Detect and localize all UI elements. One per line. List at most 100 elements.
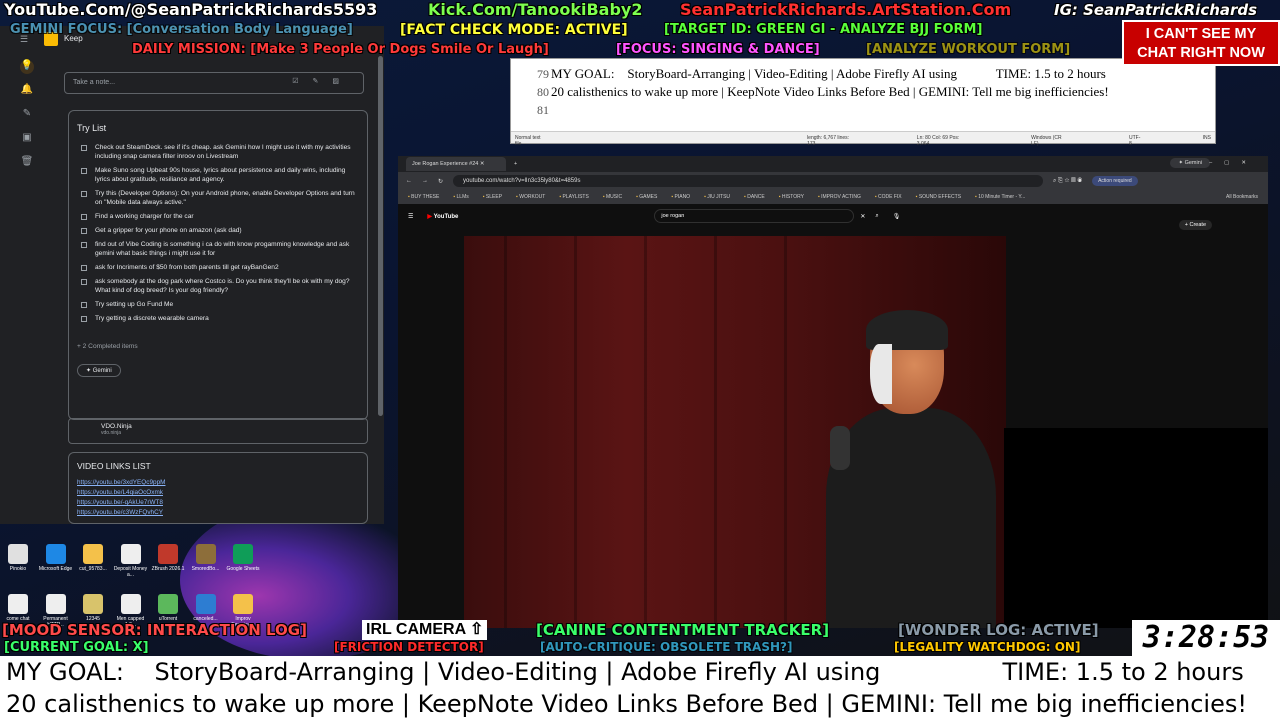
try-list-item[interactable]: ask somebody at the dog park where Costc… <box>77 277 359 295</box>
desktop-icon[interactable]: Pinokio <box>0 544 36 572</box>
checkbox[interactable] <box>81 279 87 285</box>
status-length: length: 6,767 lines: 173 <box>807 135 850 147</box>
checkbox[interactable] <box>81 228 87 234</box>
action-required-button[interactable]: Action required <box>1092 176 1138 186</box>
back-icon[interactable]: ← <box>406 178 412 184</box>
try-list-item-text: Make Suno song Upbeat 90s house, lyrics … <box>95 167 346 183</box>
gemini-chip[interactable]: ✦ Gemini <box>77 364 121 377</box>
checkbox[interactable] <box>81 302 87 308</box>
youtube-logo[interactable]: ▶ YouTube <box>427 213 458 220</box>
take-note-placeholder: Take a note... <box>73 79 116 86</box>
try-list-item[interactable]: Try this (Developer Options): On your An… <box>77 189 359 207</box>
bookmark-item[interactable]: ▪ PLAYLISTS <box>559 194 588 200</box>
try-list-item[interactable]: Make Suno song Upbeat 90s house, lyrics … <box>77 166 359 184</box>
yt-menu-icon[interactable]: ☰ <box>408 213 413 220</box>
toolbar-icons[interactable]: ⌕ ⎘ ☆ ▤ ◉ <box>1053 178 1082 185</box>
vdo-title: VDO.Ninja <box>101 423 132 430</box>
gemini-tab-button[interactable]: ✦ Gemini <box>1170 158 1210 168</box>
try-list-note[interactable]: Try List Check out SteamDeck. see if it'… <box>68 110 368 420</box>
bookmark-item[interactable]: ▪ IMPROV ACTING <box>818 194 861 200</box>
bookmark-item[interactable]: ▪ WORKOUT <box>516 194 545 200</box>
archive-icon[interactable]: ▣ <box>20 132 34 146</box>
bell-icon[interactable]: 🔔 <box>20 84 34 98</box>
desktop-icon-image <box>8 594 28 614</box>
trash-icon[interactable]: 🗑 <box>20 156 34 170</box>
bookmark-label: DANCE <box>747 194 765 200</box>
bookmark-label: MUSIC <box>605 194 623 200</box>
checkbox[interactable] <box>81 214 87 220</box>
desktop-icon[interactable]: SmoredBo... <box>188 544 224 572</box>
try-list-title: Try List <box>77 123 107 133</box>
reload-icon[interactable]: ↻ <box>438 178 443 185</box>
checkbox[interactable] <box>81 242 87 248</box>
take-note-input[interactable]: Take a note... ☑✎▨ <box>64 72 364 94</box>
desktop-icon[interactable]: canceled... <box>188 594 224 622</box>
bookmark-item[interactable]: ▪ SLEEP <box>483 194 502 200</box>
desktop-icon[interactable]: come chat <box>0 594 36 622</box>
completed-items-toggle[interactable]: + 2 Completed items <box>77 343 359 350</box>
clear-search-icon[interactable]: ✕ <box>860 213 865 220</box>
url-input[interactable]: youtube.com/watch?v=lIn3c35ly80&t=4859s <box>453 175 1044 187</box>
video-link[interactable]: https://youtu.be/c3WzFQvhCY <box>77 509 359 516</box>
bookmark-label: PLAYLISTS <box>562 194 589 200</box>
video-link[interactable]: https://youtu.be/-qAkUe7rWT8 <box>77 499 359 506</box>
bookmark-item[interactable]: ▪ HISTORY <box>779 194 804 200</box>
bookmark-item[interactable]: ▪ BUY THESE <box>408 194 439 200</box>
curtain-fold <box>504 236 507 628</box>
try-list-item[interactable]: Find a working charger for the car <box>77 212 359 221</box>
desktop-icon[interactable]: Microsoft Edge <box>38 544 74 572</box>
bookmark-item[interactable]: ▪ LLMs <box>453 194 468 200</box>
keep-scrollbar[interactable] <box>378 56 383 416</box>
desktop-icon-image <box>233 594 253 614</box>
desktop-icon[interactable]: 12345 <box>75 594 111 622</box>
youtube-search-input[interactable]: joe rogan <box>654 209 855 223</box>
try-list-item[interactable]: Get a gripper for your phone on amazon (… <box>77 226 359 235</box>
checkbox[interactable] <box>81 265 87 271</box>
try-list-item[interactable]: find out of Vibe Coding is something i c… <box>77 240 359 258</box>
bookmark-item[interactable]: ▪ GAMES <box>636 194 657 200</box>
bookmark-item[interactable]: ▪ 10 Minute Timer - Y... <box>975 194 1025 200</box>
try-list-item[interactable]: Try setting up Go Fund Me <box>77 300 359 309</box>
forward-icon[interactable]: → <box>422 178 428 184</box>
irl-camera-label: IRL CAMERA ⇧ <box>362 620 488 640</box>
create-button[interactable]: + Create <box>1178 220 1212 230</box>
window-controls-icon[interactable]: –▢✕ <box>1209 160 1258 166</box>
tab-youtube[interactable]: Joe Rogan Experience #24 ✕ <box>406 157 506 171</box>
search-icon[interactable]: ⌕ <box>875 213 878 220</box>
bookmark-item[interactable]: ▪ PIANO <box>671 194 690 200</box>
pencil-icon[interactable]: ✎ <box>20 108 34 122</box>
bookmark-item[interactable]: ▪ SOUND EFFECTS <box>916 194 961 200</box>
try-list-item[interactable]: Try getting a discrete wearable camera <box>77 314 359 323</box>
notepad-text-area[interactable]: MY GOAL: StoryBoard-Arranging | Video-Ed… <box>551 65 1109 119</box>
bookmark-item[interactable]: ▪ DANCE <box>744 194 765 200</box>
video-link[interactable]: https://youtu.be/L4qiaOcOxmk <box>77 489 359 496</box>
video-link[interactable]: https://youtu.be/3xdYEQc9ppM <box>77 479 359 486</box>
try-list-item[interactable]: Check out SteamDeck. see if it's cheap. … <box>77 143 359 161</box>
dark-panel <box>1004 428 1268 628</box>
tab-title: Joe Rogan Experience #24 <box>412 161 479 167</box>
bookmark-item[interactable]: ▪ JIU JITSU <box>704 194 730 200</box>
desktop-icon[interactable]: Google Sheets <box>225 544 261 572</box>
browser-window: Joe Rogan Experience #24 ✕ + ✦ Gemini –▢… <box>398 156 1268 628</box>
video-player[interactable] <box>464 236 1006 628</box>
checkbox[interactable] <box>81 168 87 174</box>
new-tab-icon[interactable]: + <box>514 161 517 167</box>
checkbox[interactable] <box>81 191 87 197</box>
checkbox[interactable] <box>81 316 87 322</box>
try-list-item[interactable]: ask for Incriments of $50 from both pare… <box>77 263 359 272</box>
mic-icon[interactable]: 🎙 <box>893 213 901 220</box>
status-enc: UTF-8 <box>1129 135 1141 147</box>
all-bookmarks[interactable]: All Bookmarks <box>1226 194 1258 200</box>
vdo-ninja-note[interactable]: VDO.Ninja vdo.ninja <box>68 418 368 444</box>
bulb-icon[interactable]: 💡 <box>20 60 34 74</box>
desktop-icon[interactable]: uTorrent <box>150 594 186 622</box>
desktop-icon[interactable]: ZBrush 2026.1 <box>150 544 186 572</box>
desktop-icon[interactable]: Deposit Money a... <box>113 544 149 578</box>
note-action-icons[interactable]: ☑✎▨ <box>292 77 353 85</box>
checkbox[interactable] <box>81 145 87 151</box>
bookmark-item[interactable]: ▪ MUSIC <box>603 194 622 200</box>
bookmark-item[interactable]: ▪ CODE FIX <box>875 194 902 200</box>
desktop-icon[interactable]: cut_95783... <box>75 544 111 572</box>
desktop-icon-image <box>158 544 178 564</box>
video-links-note[interactable]: VIDEO LINKS LIST https://youtu.be/3xdYEQ… <box>68 452 368 524</box>
